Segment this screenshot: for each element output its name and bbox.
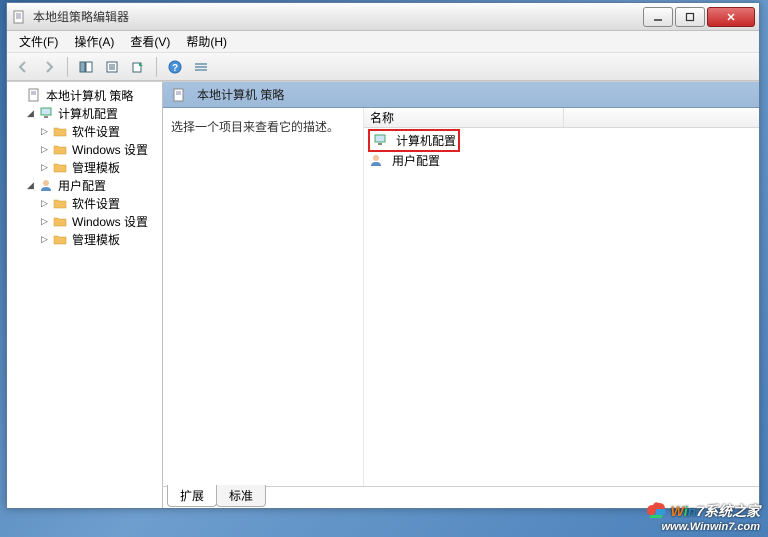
- tree-user-config[interactable]: ◢ 用户配置: [9, 176, 160, 194]
- list-item-label: 用户配置: [392, 152, 440, 169]
- menubar: 文件(F) 操作(A) 查看(V) 帮助(H): [7, 31, 759, 53]
- tree-label: 软件设置: [72, 123, 120, 140]
- titlebar: 本地组策略编辑器: [7, 3, 759, 31]
- maximize-button[interactable]: [675, 7, 705, 27]
- showhide-tree-button[interactable]: [74, 56, 98, 78]
- tree-label: Windows 设置: [72, 213, 148, 230]
- app-icon: [11, 9, 27, 25]
- tree-user-windows-settings[interactable]: ▷ Windows 设置: [9, 212, 160, 230]
- expand-icon[interactable]: ▷: [39, 234, 50, 245]
- list-item-label: 计算机配置: [396, 132, 456, 149]
- help-button[interactable]: ?: [163, 56, 187, 78]
- folder-icon: [52, 159, 68, 175]
- tree-user-software-settings[interactable]: ▷ 软件设置: [9, 194, 160, 212]
- expand-icon[interactable]: ▷: [39, 126, 50, 137]
- properties-button[interactable]: [100, 56, 124, 78]
- tree-root[interactable]: 本地计算机 策略: [9, 86, 160, 104]
- expand-icon[interactable]: ▷: [39, 162, 50, 173]
- computer-icon: [372, 132, 388, 148]
- folder-icon: [52, 195, 68, 211]
- tree-label: 计算机配置: [58, 105, 118, 122]
- folder-icon: [52, 231, 68, 247]
- tab-standard[interactable]: 标准: [216, 485, 266, 507]
- window-buttons: [641, 7, 755, 27]
- toolbar-sep: [67, 57, 68, 77]
- svg-text:?: ?: [172, 63, 178, 74]
- computer-icon: [38, 105, 54, 121]
- export-button[interactable]: [126, 56, 150, 78]
- main-header: 本地计算机 策略: [163, 82, 759, 108]
- expand-icon[interactable]: ▷: [39, 216, 50, 227]
- tree-label: 用户配置: [58, 177, 106, 194]
- close-button[interactable]: [707, 7, 755, 27]
- tree-windows-settings[interactable]: ▷ Windows 设置: [9, 140, 160, 158]
- back-button[interactable]: [11, 56, 35, 78]
- toolbar-sep-2: [156, 57, 157, 77]
- user-icon: [368, 152, 384, 168]
- gpedit-window: 本地组策略编辑器 文件(F) 操作(A) 查看(V) 帮助(H) ? 本地计算机…: [6, 2, 760, 509]
- expand-icon[interactable]: ▷: [39, 144, 50, 155]
- tree-label: 本地计算机 策略: [46, 87, 133, 104]
- tree-software-settings[interactable]: ▷ 软件设置: [9, 122, 160, 140]
- menu-help[interactable]: 帮助(H): [178, 31, 235, 52]
- main-pane: 本地计算机 策略 选择一个项目来查看它的描述。 名称 计算机配置: [163, 82, 759, 508]
- folder-icon: [52, 213, 68, 229]
- forward-button[interactable]: [37, 56, 61, 78]
- window-title: 本地组策略编辑器: [33, 8, 641, 25]
- tab-extended[interactable]: 扩展: [167, 485, 217, 507]
- folder-icon: [52, 123, 68, 139]
- menu-view[interactable]: 查看(V): [122, 31, 178, 52]
- list-body: 计算机配置 用户配置: [364, 128, 759, 172]
- list-pane: 名称 计算机配置 用户配置: [363, 108, 759, 486]
- minimize-button[interactable]: [643, 7, 673, 27]
- details-button[interactable]: [189, 56, 213, 78]
- expand-icon[interactable]: ▷: [39, 198, 50, 209]
- list-item-computer-config[interactable]: 计算机配置: [364, 130, 759, 150]
- list-header: 名称: [364, 108, 759, 128]
- client-area: 本地计算机 策略 ◢ 计算机配置 ▷ 软件设置 ▷ Windows 设置 ▷ 管…: [7, 81, 759, 508]
- tree-admin-templates[interactable]: ▷ 管理模板: [9, 158, 160, 176]
- policy-icon: [26, 87, 42, 103]
- menu-file[interactable]: 文件(F): [11, 31, 66, 52]
- tree-label: Windows 设置: [72, 141, 148, 158]
- user-icon: [38, 177, 54, 193]
- list-item-user-config[interactable]: 用户配置: [364, 150, 759, 170]
- expand-icon[interactable]: ◢: [25, 180, 36, 191]
- description-pane: 选择一个项目来查看它的描述。: [163, 108, 363, 486]
- tree-label: 管理模板: [72, 231, 120, 248]
- col-name[interactable]: 名称: [364, 108, 564, 127]
- tree-user-admin-templates[interactable]: ▷ 管理模板: [9, 230, 160, 248]
- expand-icon[interactable]: ◢: [25, 108, 36, 119]
- main-header-title: 本地计算机 策略: [197, 86, 284, 103]
- description-text: 选择一个项目来查看它的描述。: [171, 118, 355, 135]
- tree-label: 管理模板: [72, 159, 120, 176]
- toolbar: ?: [7, 53, 759, 81]
- main-body: 选择一个项目来查看它的描述。 名称 计算机配置: [163, 108, 759, 486]
- policy-icon: [171, 87, 187, 103]
- tree-computer-config[interactable]: ◢ 计算机配置: [9, 104, 160, 122]
- collapse-icon: [13, 90, 24, 101]
- folder-icon: [52, 141, 68, 157]
- tree-label: 软件设置: [72, 195, 120, 212]
- highlight-annotation: 计算机配置: [368, 129, 460, 152]
- view-tabs: 扩展 标准: [163, 486, 759, 508]
- watermark-url: www.Winwin7.com: [645, 521, 760, 533]
- menu-action[interactable]: 操作(A): [66, 31, 122, 52]
- tree-sidebar: 本地计算机 策略 ◢ 计算机配置 ▷ 软件设置 ▷ Windows 设置 ▷ 管…: [7, 82, 163, 508]
